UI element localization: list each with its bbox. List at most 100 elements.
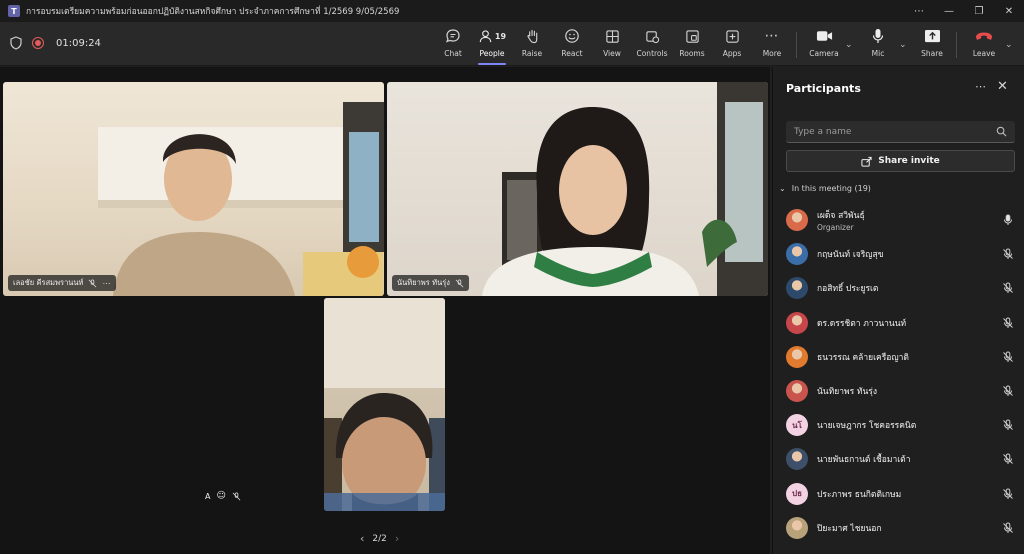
mic-button[interactable]: Mic	[858, 26, 898, 62]
people-button[interactable]: 19 People	[472, 26, 512, 65]
react-button[interactable]: React	[552, 26, 592, 62]
mic-off-icon	[455, 278, 464, 287]
raise-hand-button[interactable]: Raise	[512, 26, 552, 62]
participant-name: ปิยะมาศ ไชยนอก	[817, 523, 882, 534]
mic-off-icon[interactable]	[1002, 248, 1014, 260]
participant-row[interactable]: กฤษนันท์ เจริญสุข	[786, 237, 1018, 271]
leave-label: Leave	[972, 49, 996, 58]
maximize-button[interactable]: ❐	[964, 0, 994, 22]
grid-view-icon	[605, 29, 619, 43]
apps-button[interactable]: Apps	[712, 26, 752, 62]
previous-page-icon[interactable]: ‹	[360, 532, 364, 545]
participant-row[interactable]: กอสิทธิ์ ประยูรเต	[786, 271, 1018, 305]
video-tile[interactable]	[324, 298, 445, 511]
participant-name: นันทิยาพร ทันรุ่ง	[397, 278, 450, 287]
minimize-button[interactable]: —	[934, 0, 964, 22]
more-dots-icon: ⋯	[764, 28, 780, 44]
controls-button[interactable]: Controls	[632, 26, 672, 62]
panel-title: Participants	[786, 82, 861, 95]
rooms-label: Rooms	[679, 49, 705, 58]
participant-video	[324, 298, 445, 511]
mic-off-icon[interactable]	[1002, 282, 1014, 294]
mic-off-icon	[232, 491, 241, 500]
participant-row[interactable]: เผด็จ สวิพันธุ์ Organizer	[786, 203, 1018, 237]
participant-name: เผด็จ สวิพันธุ์	[817, 211, 865, 222]
avatar: ปธ	[786, 482, 808, 505]
recording-indicator-icon	[32, 37, 44, 49]
share-invite-button[interactable]: Share invite	[786, 150, 1015, 172]
participant-row[interactable]: ปิยะมาศ ไชยนอก	[786, 511, 1018, 545]
participant-row[interactable]: ธนวรรณ คล้ายเครือญาติ	[786, 340, 1018, 374]
mic-off-icon[interactable]	[1002, 351, 1014, 363]
mic-off-icon[interactable]	[1002, 385, 1014, 397]
toolbar-divider	[956, 32, 957, 58]
participant-video	[482, 82, 768, 296]
floating-participant-chip: A ☺	[200, 488, 246, 504]
participant-name-tag: นันทิยาพร ทันรุ่ง	[392, 275, 469, 291]
participant-row[interactable]: นายพันธกานต์ เชื้อมาเต้า	[786, 442, 1018, 476]
title-bar: T การอบรมเตรียมความพร้อมก่อนออกปฏิบัติงา…	[0, 0, 1024, 22]
raise-label: Raise	[521, 49, 543, 58]
chat-button[interactable]: Chat	[433, 26, 473, 62]
page-indicator: 2/2	[372, 533, 387, 544]
close-panel-icon[interactable]: ✕	[997, 79, 1008, 94]
mic-options-chevron-icon[interactable]: ⌄	[899, 40, 907, 50]
panel-more-options-icon[interactable]: ⋯	[975, 80, 986, 93]
toolbar-divider	[796, 32, 797, 58]
in-meeting-section-header[interactable]: ⌄ In this meeting (19)	[779, 184, 871, 193]
leave-options-chevron-icon[interactable]: ⌄	[1005, 40, 1013, 50]
participant-row[interactable]: ดร.ดรรชิตา ภาวนานนท์	[786, 306, 1018, 340]
breakout-rooms-icon	[685, 29, 699, 43]
participant-video	[98, 102, 384, 296]
avatar: นโ	[786, 414, 808, 437]
view-button[interactable]: View	[592, 26, 632, 62]
more-label: More	[762, 49, 782, 58]
avatar	[786, 277, 808, 300]
more-button[interactable]: ⋯ More	[752, 26, 792, 62]
camera-button[interactable]: Camera	[804, 26, 844, 62]
mic-off-icon[interactable]	[1002, 419, 1014, 431]
avatar	[786, 243, 808, 266]
participant-search-input[interactable]	[794, 126, 996, 137]
controls-label: Controls	[636, 49, 668, 58]
rooms-button[interactable]: Rooms	[672, 26, 712, 62]
next-page-icon[interactable]: ›	[395, 532, 399, 545]
avatar	[786, 516, 808, 539]
avatar	[786, 448, 808, 471]
participant-name: นายพันธกานต์ เชื้อมาเต้า	[817, 455, 911, 466]
microphone-icon	[872, 29, 884, 43]
close-window-button[interactable]: ✕	[994, 0, 1024, 22]
participant-row[interactable]: ปธ ประภาพร ธนกิตติเกษม	[786, 477, 1018, 511]
apps-label: Apps	[722, 49, 742, 58]
leave-button[interactable]: Leave	[964, 26, 1004, 62]
video-tile[interactable]: นันทิยาพร ทันรุ่ง	[387, 82, 768, 296]
video-camera-icon	[816, 31, 832, 41]
mic-off-icon[interactable]	[1002, 453, 1014, 465]
video-tile[interactable]: เลอชัย คีรสมพรานนท์ ⋯	[3, 82, 384, 296]
camera-label: Camera	[809, 49, 839, 58]
participant-list: เผด็จ สวิพันธุ์ Organizer กฤษนันท์ เจริญสุ…	[786, 203, 1018, 545]
microphone-icon[interactable]	[1002, 214, 1014, 226]
people-count-badge: 19	[494, 31, 507, 41]
share-button[interactable]: Share	[912, 26, 952, 62]
people-label: People	[479, 49, 505, 58]
share-screen-icon	[924, 29, 940, 42]
chevron-down-icon: ⌄	[779, 184, 786, 193]
avatar	[786, 345, 808, 368]
react-label: React	[561, 49, 583, 58]
tile-more-options-icon[interactable]: ⋯	[102, 279, 111, 288]
share-invite-label: Share invite	[878, 156, 940, 166]
controls-icon	[645, 30, 659, 43]
more-options-icon[interactable]: ⋯	[904, 0, 934, 22]
mic-off-icon[interactable]	[1002, 522, 1014, 534]
mic-off-icon[interactable]	[1002, 317, 1014, 329]
meeting-toolbar: 01:09:24 Chat 19 People Raise React View…	[0, 22, 1024, 66]
search-icon	[996, 126, 1007, 137]
mic-off-icon[interactable]	[1002, 488, 1014, 500]
camera-options-chevron-icon[interactable]: ⌄	[845, 40, 853, 50]
participant-row[interactable]: นโ นายเจษฎากร โชคอรรคนิต	[786, 408, 1018, 442]
participants-icon: ☺	[216, 491, 226, 501]
participant-row[interactable]: นันทิยาพร ทันรุ่ง	[786, 374, 1018, 408]
participant-search[interactable]	[786, 121, 1015, 143]
view-label: View	[603, 49, 621, 58]
